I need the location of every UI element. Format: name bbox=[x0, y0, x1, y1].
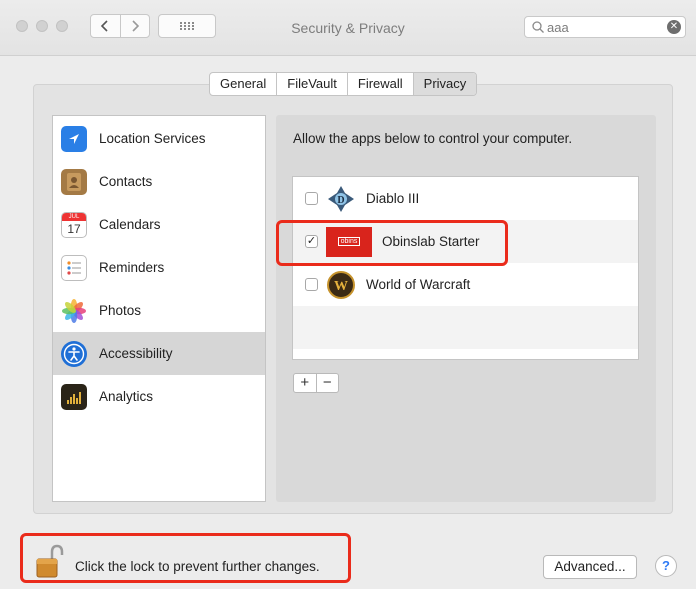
sidebar-item-calendars[interactable]: JUL 17 Calendars bbox=[53, 203, 265, 246]
search-icon bbox=[532, 21, 544, 33]
sidebar-item-contacts[interactable]: Contacts bbox=[53, 160, 265, 203]
annotation-highlight-lock bbox=[20, 533, 351, 583]
sidebar-item-label: Calendars bbox=[99, 217, 161, 232]
analytics-chart-icon bbox=[61, 383, 87, 410]
sidebar-item-accessibility[interactable]: Accessibility bbox=[53, 332, 265, 375]
photos-flower-icon bbox=[61, 297, 87, 324]
warcraft-icon-letter: W bbox=[334, 279, 348, 294]
title-bar: Security & Privacy aaa ✕ bbox=[0, 0, 696, 56]
tab-filevault[interactable]: FileVault bbox=[277, 73, 348, 95]
tab-firewall[interactable]: Firewall bbox=[348, 73, 414, 95]
app-row-obinslab-starter[interactable]: ✓ obins Obinslab Starter bbox=[293, 220, 638, 263]
lock-icon[interactable] bbox=[35, 544, 65, 585]
sidebar-item-analytics[interactable]: Analytics bbox=[53, 375, 265, 418]
lock-message: Click the lock to prevent further change… bbox=[75, 559, 320, 574]
sidebar-item-label: Analytics bbox=[99, 389, 154, 404]
app-row-world-of-warcraft[interactable]: W World of Warcraft bbox=[293, 263, 638, 306]
search-field[interactable]: aaa ✕ bbox=[524, 16, 686, 38]
contacts-book-icon bbox=[61, 168, 87, 195]
search-input-value[interactable]: aaa bbox=[547, 20, 569, 35]
obinslab-icon: obins bbox=[326, 226, 372, 257]
app-checkbox-diablo-iii[interactable] bbox=[305, 192, 318, 205]
sidebar-item-label: Contacts bbox=[99, 174, 153, 189]
sidebar-item-location-services[interactable]: Location Services bbox=[53, 117, 265, 160]
remove-app-button[interactable]: − bbox=[317, 374, 339, 392]
privacy-category-list: Location Services Contacts JUL 17 Calend… bbox=[52, 115, 266, 502]
add-app-button[interactable]: + bbox=[294, 374, 317, 392]
reminders-list-icon bbox=[61, 254, 87, 281]
apps-list: D Diablo III ✓ obins Obinslab Starter W … bbox=[292, 176, 639, 360]
tab-general[interactable]: General bbox=[210, 73, 278, 95]
app-checkbox-world-of-warcraft[interactable] bbox=[305, 278, 318, 291]
app-row-diablo-iii[interactable]: D Diablo III bbox=[293, 177, 638, 220]
app-label: Diablo III bbox=[366, 191, 420, 206]
tab-privacy[interactable]: Privacy bbox=[413, 73, 477, 95]
sidebar-item-photos[interactable]: Photos bbox=[53, 289, 265, 332]
accessibility-figure-icon bbox=[61, 340, 87, 367]
svg-text:D: D bbox=[337, 195, 344, 206]
app-label: World of Warcraft bbox=[366, 277, 471, 292]
app-label: Obinslab Starter bbox=[382, 234, 480, 249]
sidebar-item-label: Location Services bbox=[99, 131, 206, 146]
sidebar-item-label: Accessibility bbox=[99, 346, 173, 361]
allow-apps-description: Allow the apps below to control your com… bbox=[293, 131, 573, 146]
tab-bar: General FileVault Firewall Privacy bbox=[209, 72, 478, 96]
help-button[interactable]: ? bbox=[655, 555, 677, 577]
calendar-icon: JUL 17 bbox=[61, 211, 87, 238]
location-arrow-icon bbox=[61, 125, 87, 152]
add-remove-buttons: + − bbox=[293, 373, 339, 393]
app-checkbox-obinslab-starter[interactable]: ✓ bbox=[305, 235, 318, 248]
sidebar-item-label: Reminders bbox=[99, 260, 165, 275]
calendar-day: 17 bbox=[67, 221, 81, 236]
clear-search-icon[interactable]: ✕ bbox=[667, 20, 681, 34]
diablo-icon: D bbox=[326, 184, 356, 214]
sidebar-item-label: Photos bbox=[99, 303, 142, 318]
advanced-button[interactable]: Advanced... bbox=[543, 555, 637, 579]
calendar-month: JUL bbox=[62, 212, 86, 221]
sidebar-item-reminders[interactable]: Reminders bbox=[53, 246, 265, 289]
warcraft-icon: W bbox=[326, 270, 356, 300]
obinslab-icon-text: obins bbox=[337, 237, 361, 246]
empty-row bbox=[293, 306, 638, 349]
